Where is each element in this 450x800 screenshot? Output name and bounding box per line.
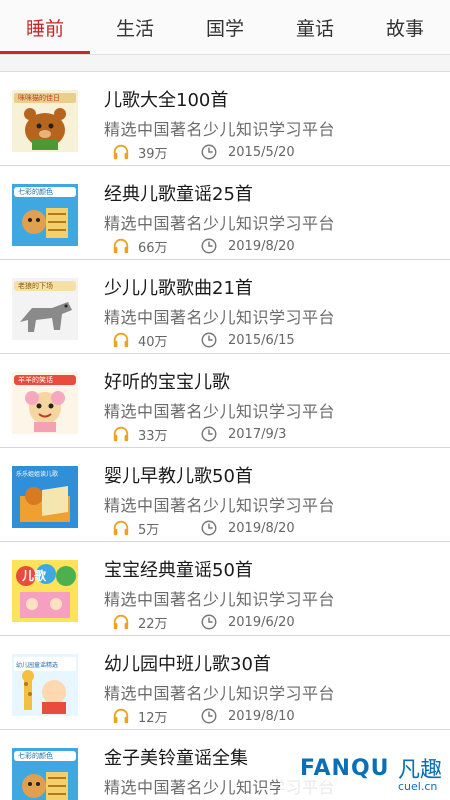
play-count: 33万 — [138, 428, 168, 444]
cover-caption: 幼儿园童谣精选 — [16, 661, 58, 669]
album-list-item[interactable]: 乐乐姐姐读儿歌 婴儿早教儿歌50首 精选中国著名少儿知识学习平台 5万 2019… — [0, 448, 450, 542]
section-gap — [0, 55, 450, 72]
watermark-brand: FANQU — [300, 756, 390, 781]
album-title: 婴儿早教儿歌50首 — [104, 466, 253, 487]
album-list-item[interactable]: 咪咪猫的佳日 儿歌大全100首 精选中国著名少儿知识学习平台 39万 2015/… — [0, 72, 450, 166]
cover-caption: 儿歌 — [21, 568, 47, 583]
clock-icon — [200, 519, 218, 537]
album-list-item[interactable]: 幼儿园童谣精选 幼儿园中班儿歌30首 精选中国著名少儿知识学习平台 12万 20… — [0, 636, 450, 730]
clock-icon — [200, 613, 218, 631]
headphone-icon — [112, 143, 130, 161]
publish-date: 2015/5/20 — [228, 144, 295, 160]
clock-icon — [200, 143, 218, 161]
album-meta: 40万 2015/6/15 — [112, 330, 295, 350]
album-description: 精选中国著名少儿知识学习平台 — [104, 496, 336, 515]
album-description: 精选中国著名少儿知识学习平台 — [104, 120, 336, 139]
watermark: FANQU 凡趣 cuel.cn — [280, 748, 450, 800]
album-cover-image: 儿歌 — [12, 560, 78, 622]
album-title: 宝宝经典童谣50首 — [104, 560, 253, 581]
album-description: 精选中国著名少儿知识学习平台 — [104, 590, 336, 609]
album-cover-image: 老狼的下场 — [12, 278, 78, 340]
cover-caption: 乐乐姐姐读儿歌 — [16, 470, 58, 478]
album-description: 精选中国著名少儿知识学习平台 — [104, 402, 336, 421]
headphone-icon — [112, 613, 130, 631]
tab-shenghuo[interactable]: 生活 — [90, 0, 180, 54]
clock-icon — [200, 425, 218, 443]
album-cover-image: 幼儿园童谣精选 — [12, 654, 78, 716]
album-cover-image: 羊羊的笑话 — [12, 372, 78, 434]
album-meta: 12万 2019/8/10 — [112, 706, 295, 726]
album-description: 精选中国著名少儿知识学习平台 — [104, 684, 336, 703]
publish-date: 2019/8/20 — [228, 238, 295, 254]
clock-icon — [200, 707, 218, 725]
play-count: 22万 — [138, 616, 168, 632]
clock-icon — [200, 331, 218, 349]
album-list-item[interactable]: 老狼的下场 少儿儿歌歌曲21首 精选中国著名少儿知识学习平台 40万 2015/… — [0, 260, 450, 354]
play-count: 66万 — [138, 240, 168, 256]
album-title: 儿歌大全100首 — [104, 90, 229, 111]
album-meta: 22万 2019/6/20 — [112, 612, 295, 632]
publish-date: 2019/8/20 — [228, 520, 295, 536]
album-cover-image: 咪咪猫的佳日 — [12, 90, 78, 152]
publish-date: 2019/6/20 — [228, 614, 295, 630]
album-list-item[interactable]: 七彩的颜色 经典儿歌童谣25首 精选中国著名少儿知识学习平台 66万 2019/… — [0, 166, 450, 260]
tab-guoxue[interactable]: 国学 — [180, 0, 270, 54]
album-title: 经典儿歌童谣25首 — [104, 184, 253, 205]
headphone-icon — [112, 707, 130, 725]
tab-gushi[interactable]: 故事 — [360, 0, 450, 54]
cover-caption: 羊羊的笑话 — [18, 375, 53, 384]
publish-date: 2015/6/15 — [228, 332, 295, 348]
cover-caption: 七彩的颜色 — [18, 751, 53, 760]
play-count: 39万 — [138, 146, 168, 162]
album-title: 金子美铃童谣全集 — [104, 748, 248, 769]
album-cover-image: 七彩的颜色 — [12, 748, 78, 800]
watermark-site: cuel.cn — [398, 780, 438, 793]
category-tab-bar: 睡前 生活 国学 童话 故事 — [0, 0, 450, 54]
album-meta: 39万 2015/5/20 — [112, 142, 295, 162]
album-title: 好听的宝宝儿歌 — [104, 372, 230, 393]
album-list-item[interactable]: 羊羊的笑话 好听的宝宝儿歌 精选中国著名少儿知识学习平台 33万 2017/9/… — [0, 354, 450, 448]
headphone-icon — [112, 331, 130, 349]
album-description: 精选中国著名少儿知识学习平台 — [104, 214, 336, 233]
album-meta: 5万 2019/8/20 — [112, 518, 295, 538]
publish-date: 2017/9/3 — [228, 426, 287, 442]
tab-shuiqian[interactable]: 睡前 — [0, 0, 90, 54]
album-description: 精选中国著名少儿知识学习平台 — [104, 308, 336, 327]
album-list-item[interactable]: 儿歌 宝宝经典童谣50首 精选中国著名少儿知识学习平台 22万 2019/6/2… — [0, 542, 450, 636]
clock-icon — [200, 237, 218, 255]
album-cover-image: 七彩的颜色 — [12, 184, 78, 246]
headphone-icon — [112, 519, 130, 537]
cover-caption: 七彩的颜色 — [18, 187, 53, 196]
tab-tonghua[interactable]: 童话 — [270, 0, 360, 54]
publish-date: 2019/8/10 — [228, 708, 295, 724]
headphone-icon — [112, 425, 130, 443]
play-count: 12万 — [138, 710, 168, 726]
headphone-icon — [112, 237, 130, 255]
album-title: 幼儿园中班儿歌30首 — [104, 654, 271, 675]
album-cover-image: 乐乐姐姐读儿歌 — [12, 466, 78, 528]
album-meta: 33万 2017/9/3 — [112, 424, 286, 444]
album-meta: 66万 2019/8/20 — [112, 236, 295, 256]
cover-caption: 咪咪猫的佳日 — [18, 93, 60, 102]
play-count: 5万 — [138, 522, 160, 538]
play-count: 40万 — [138, 334, 168, 350]
album-list: 咪咪猫的佳日 儿歌大全100首 精选中国著名少儿知识学习平台 39万 2015/… — [0, 72, 450, 800]
cover-caption: 老狼的下场 — [18, 281, 53, 290]
album-title: 少儿儿歌歌曲21首 — [104, 278, 253, 299]
